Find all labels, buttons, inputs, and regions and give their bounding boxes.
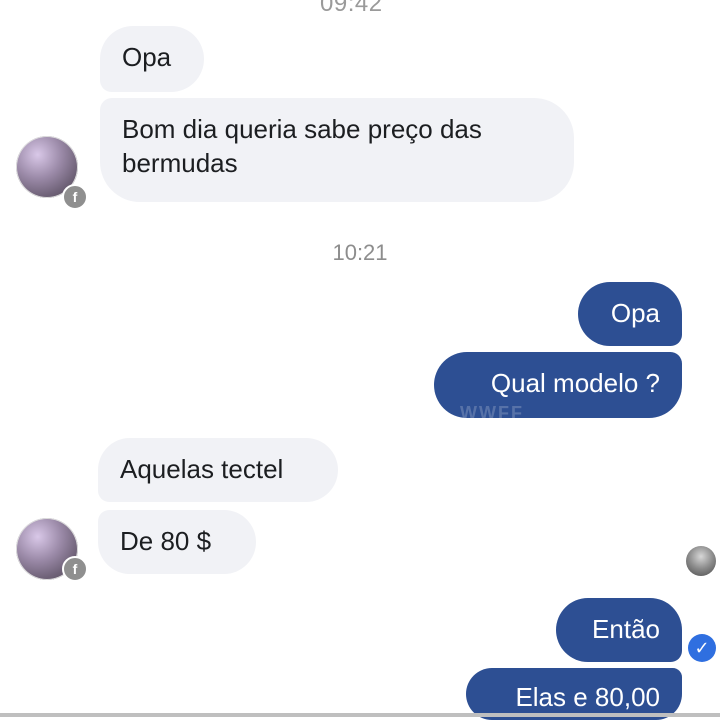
outgoing-message-opa[interactable]: Opa xyxy=(578,282,682,346)
incoming-message-tectel[interactable]: Aquelas tectel xyxy=(98,438,338,502)
bottom-divider xyxy=(0,713,720,717)
incoming-message-opa[interactable]: Opa xyxy=(100,26,204,92)
outgoing-message-then[interactable]: Então xyxy=(556,598,682,662)
watermark-text: WWFF xyxy=(460,403,524,423)
check-circle-icon: ✓ xyxy=(688,634,716,662)
seen-avatar-icon xyxy=(686,546,716,576)
incoming-message-price[interactable]: De 80 $ xyxy=(98,510,256,574)
incoming-message-question[interactable]: Bom dia queria sabe preço das bermudas xyxy=(100,98,574,202)
top-time-cutoff: 09:42 xyxy=(320,0,383,17)
facebook-badge-icon: f xyxy=(62,184,88,210)
facebook-badge-icon-second: f xyxy=(62,556,88,582)
chat-timestamp: 10:21 xyxy=(332,240,388,265)
